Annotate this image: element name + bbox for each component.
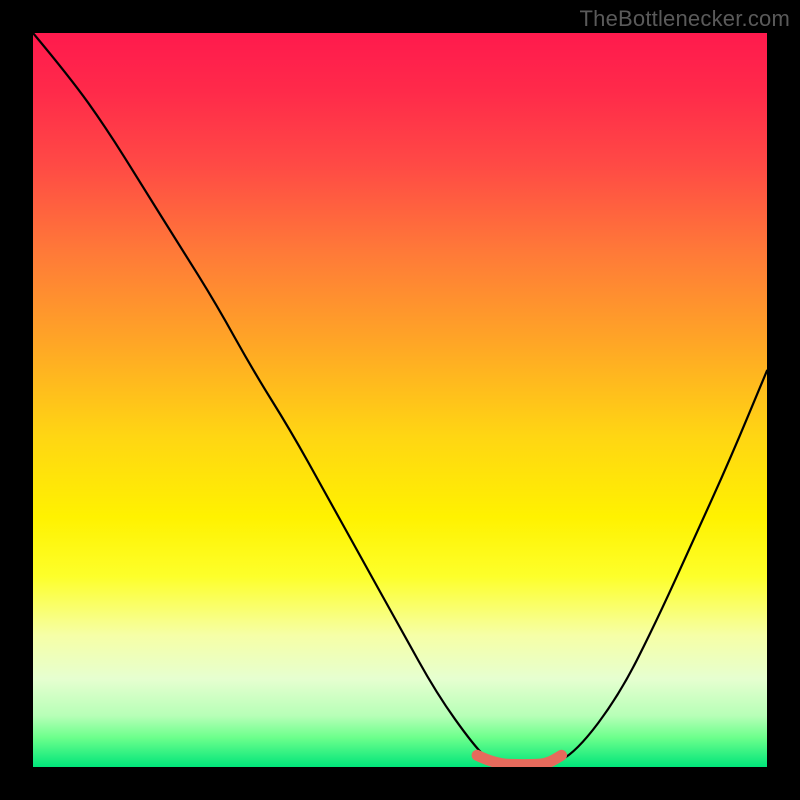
plot-area xyxy=(33,33,767,767)
bottleneck-curve xyxy=(33,33,767,767)
highlight-segment xyxy=(477,755,561,764)
watermark-text: TheBottlenecker.com xyxy=(580,6,790,32)
curve-layer xyxy=(33,33,767,767)
chart-stage: TheBottlenecker.com xyxy=(0,0,800,800)
